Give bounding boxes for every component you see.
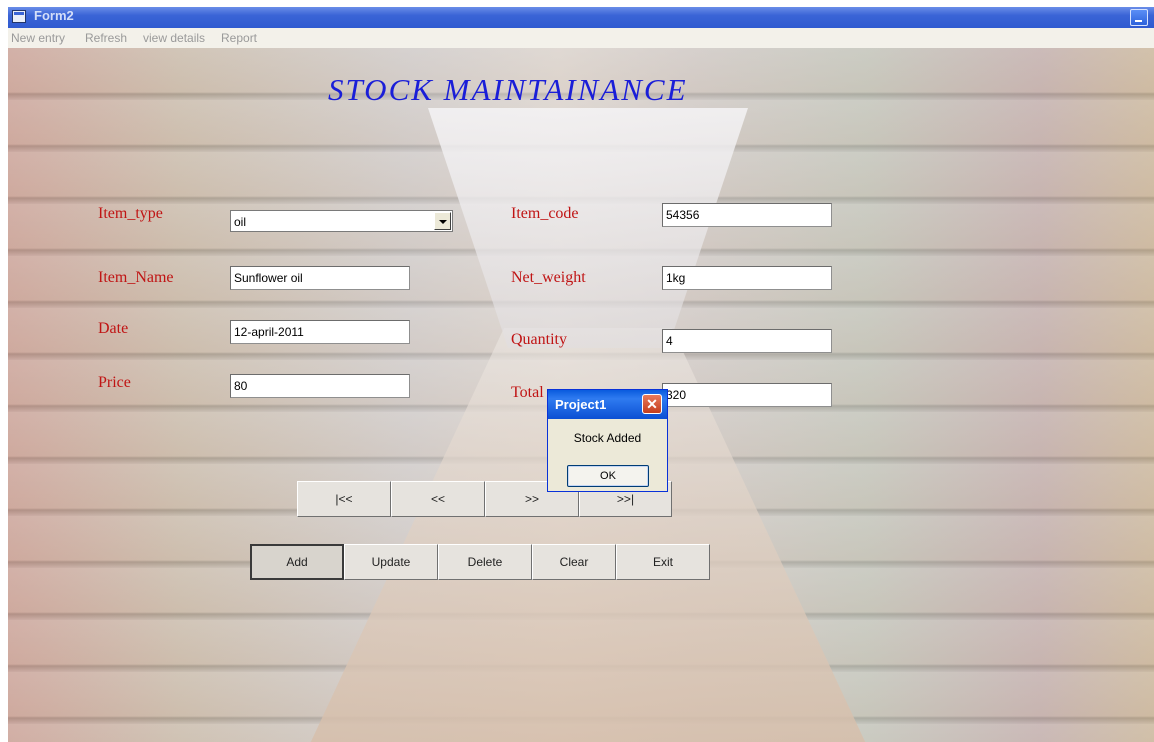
app-icon (12, 10, 26, 23)
minimize-button[interactable] (1130, 9, 1148, 26)
item-type-label: Item_type (98, 205, 163, 222)
date-field[interactable]: 12-april-2011 (230, 320, 410, 344)
dialog-message: Stock Added (573, 431, 642, 445)
price-field[interactable]: 80 (230, 374, 410, 398)
item-code-field[interactable]: 54356 (662, 203, 832, 227)
item-name-label: Item_Name (98, 269, 174, 286)
dialog-title: Project1 (555, 397, 607, 412)
price-label: Price (98, 374, 131, 391)
first-record-button[interactable]: |<< (297, 481, 391, 517)
exit-button[interactable]: Exit (616, 544, 710, 580)
menu-item-new-entry[interactable]: New entry (11, 31, 65, 45)
menu-item-refresh[interactable]: Refresh (85, 31, 127, 45)
window-title-bar: Form2 (8, 7, 1154, 28)
item-type-value: oil (234, 215, 247, 229)
delete-button[interactable]: Delete (438, 544, 532, 580)
item-type-select[interactable]: oil (230, 210, 453, 232)
item-code-label: Item_code (511, 205, 579, 222)
previous-record-button[interactable]: << (391, 481, 485, 517)
quantity-label: Quantity (511, 331, 567, 348)
date-label: Date (98, 320, 129, 337)
total-field[interactable]: 320 (662, 383, 832, 407)
quantity-field[interactable]: 4 (662, 329, 832, 353)
message-dialog: Project1 ✕ Stock Added OK (547, 389, 668, 492)
chevron-down-icon[interactable] (434, 212, 451, 230)
add-button[interactable]: Add (250, 544, 344, 580)
ok-button[interactable]: OK (567, 465, 649, 487)
menu-item-report[interactable]: Report (221, 31, 257, 45)
page-title: STOCK MAINTAINANCE (328, 72, 688, 107)
window-title: Form2 (34, 8, 74, 23)
item-name-field[interactable]: Sunflower oil (230, 266, 410, 290)
menu-bar: New entry Refresh view details Report (8, 28, 1154, 48)
update-button[interactable]: Update (344, 544, 438, 580)
total-label: Total (511, 384, 544, 401)
net-weight-field[interactable]: 1kg (662, 266, 832, 290)
menu-item-view-details[interactable]: view details (143, 31, 205, 45)
clear-button[interactable]: Clear (532, 544, 616, 580)
net-weight-label: Net_weight (511, 269, 586, 286)
close-icon[interactable]: ✕ (642, 394, 662, 414)
